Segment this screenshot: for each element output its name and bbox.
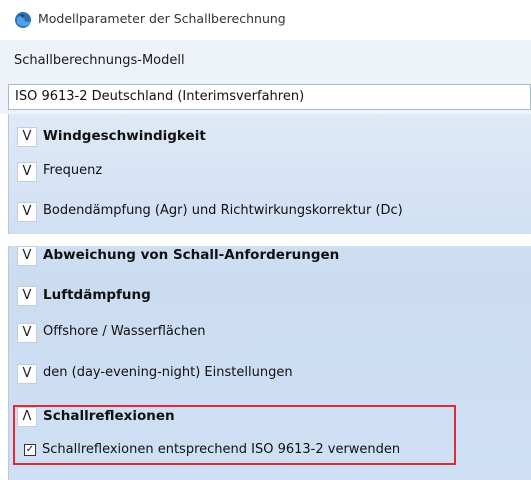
globe-app-icon xyxy=(15,12,31,28)
section-offshore[interactable]: V Offshore / Wasserflächen xyxy=(9,319,531,347)
section-label: Windgeschwindigkeit xyxy=(43,128,206,144)
window-title: Modellparameter der Schallberechnung xyxy=(38,11,286,26)
section-label: Bodendämpfung (Agr) und Richtwirkungskor… xyxy=(43,203,403,218)
section-label: Frequenz xyxy=(43,163,103,178)
model-panel: Schallberechnungs-Modell ISO 9613-2 Deut… xyxy=(0,40,531,114)
section-abweichung[interactable]: V Abweichung von Schall-Anforderungen xyxy=(9,242,531,270)
reflexion-checkbox[interactable]: ✓ xyxy=(24,444,36,456)
window-titlebar: Modellparameter der Schallberechnung xyxy=(0,0,531,40)
section-frequenz[interactable]: V Frequenz xyxy=(9,158,531,186)
section-windgeschwindigkeit[interactable]: V Windgeschwindigkeit xyxy=(9,123,531,151)
chevron-down-icon[interactable]: V xyxy=(17,246,37,266)
section-den[interactable]: V den (day-evening-night) Einstellungen xyxy=(9,360,531,388)
chevron-down-icon[interactable]: V xyxy=(17,364,37,384)
chevron-down-icon[interactable]: V xyxy=(17,286,37,306)
section-label: Abweichung von Schall-Anforderungen xyxy=(43,247,340,263)
section-label: Offshore / Wasserflächen xyxy=(43,324,206,339)
chevron-down-icon[interactable]: V xyxy=(17,127,37,147)
reflexion-checkbox-label[interactable]: Schallreflexionen entsprechend ISO 9613-… xyxy=(42,442,400,457)
model-select[interactable]: ISO 9613-2 Deutschland (Interimsverfahre… xyxy=(8,84,531,110)
section-bodendaempfung[interactable]: V Bodendämpfung (Agr) und Richtwirkungsk… xyxy=(9,198,531,226)
render-gap xyxy=(0,234,531,246)
chevron-down-icon[interactable]: V xyxy=(17,202,37,222)
chevron-down-icon[interactable]: V xyxy=(17,162,37,182)
section-luftdaempfung[interactable]: V Luftdämpfung xyxy=(9,282,531,310)
model-label: Schallberechnungs-Modell xyxy=(14,53,185,68)
chevron-down-icon[interactable]: V xyxy=(17,323,37,343)
section-label: Luftdämpfung xyxy=(43,287,151,303)
section-label: den (day-evening-night) Einstellungen xyxy=(43,365,293,380)
